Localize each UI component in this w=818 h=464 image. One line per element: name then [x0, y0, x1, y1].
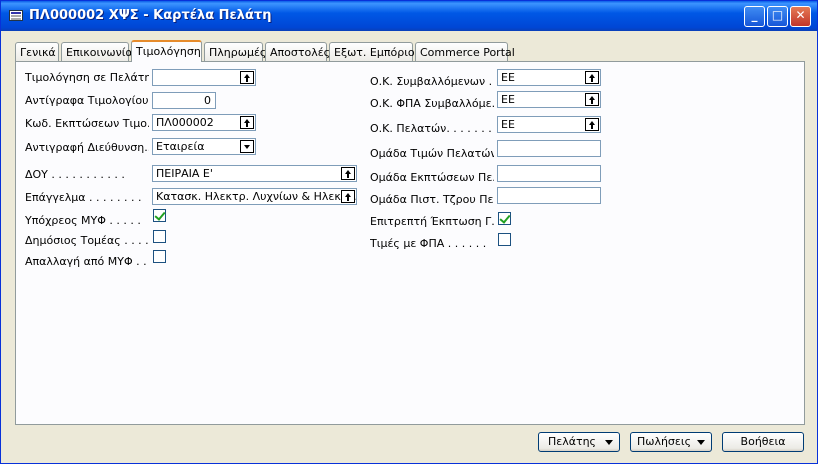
tab-general[interactable]: Γενικά — [15, 42, 59, 61]
tab-contact[interactable]: Επικοινωνία — [61, 42, 133, 61]
allow-invoice-discount-label: Επιτρεπτή Έκπτωση Γ... — [370, 215, 494, 228]
customer-menu-label: Πελάτης — [547, 435, 597, 448]
maximize-button[interactable]: □ — [767, 6, 788, 27]
myf-obligated-label: Υπόχρεος ΜΥΦ . . . . . — [25, 214, 141, 227]
customer-posting-group-label: Ο.Κ. Πελατών. . . . . . . — [370, 122, 492, 135]
vat-posting-group-value: ΕΕ — [501, 93, 515, 106]
public-sector-checkbox[interactable] — [153, 230, 166, 243]
myf-obligated-checkbox[interactable] — [153, 209, 166, 222]
customer-price-group-label: Ομάδα Τιμών Πελατών — [370, 147, 494, 160]
public-sector-label: Δημόσιος Τομέας . . . . — [25, 234, 149, 247]
lookup-icon[interactable] — [585, 93, 599, 106]
tab-shipping[interactable]: Αποστολές — [265, 42, 330, 61]
profession-field[interactable]: Κατασκ. Ηλεκτρ. Λυχνίων & Ηλεκτ... — [152, 188, 357, 205]
help-button[interactable]: Βοήθεια — [722, 432, 804, 452]
allow-invoice-discount-checkbox[interactable] — [498, 212, 511, 225]
customer-card-window: ΠΛ000002 ΧΨΣ - Καρτέλα Πελάτη _ □ ✕ Γενι… — [0, 0, 818, 464]
lookup-icon[interactable] — [585, 71, 599, 84]
form-icon — [9, 10, 23, 21]
customer-discount-group-field[interactable] — [497, 165, 601, 182]
copy-address-select[interactable]: Εταιρεία — [152, 138, 256, 155]
tab-commerce-portal[interactable]: Commerce Portal — [415, 42, 515, 61]
copy-address-value: Εταιρεία — [156, 140, 205, 153]
price-discount-code-field[interactable]: ΠΛ000002 — [152, 114, 256, 131]
credit-group-label: Ομάδα Πιστ. Τζρου Πε... — [370, 193, 494, 206]
sales-menu-button[interactable]: Πωλήσεις — [630, 432, 712, 452]
chevron-down-icon — [605, 440, 613, 445]
bill-to-customer-label: Τιμολόγηση σε Πελάτη... — [25, 71, 149, 84]
tax-office-field[interactable]: ΠΕΙΡΑΙΑ Ε' — [152, 165, 357, 182]
customer-menu-button[interactable]: Πελάτης — [538, 432, 620, 452]
prices-incl-vat-checkbox[interactable] — [498, 233, 511, 246]
lookup-icon[interactable] — [240, 116, 254, 129]
myf-exempt-label: Απαλλαγή από ΜΥΦ . . . — [25, 255, 149, 268]
chevron-down-icon — [697, 440, 705, 445]
tax-office-value: ΠΕΙΡΑΙΑ Ε' — [156, 167, 213, 180]
customer-posting-group-field[interactable]: ΕΕ — [497, 116, 601, 133]
customer-price-group-field[interactable] — [497, 140, 601, 157]
price-discount-code-label: Κωδ. Εκπτώσεων Τιμο... — [25, 117, 149, 130]
tab-foreign-trade[interactable]: Εξωτ. Εμπόριο — [329, 42, 415, 61]
customer-discount-group-label: Ομάδα Εκπτώσεων Πε... — [370, 171, 494, 184]
copy-address-label: Αντιγραφή Διεύθυνση... — [25, 141, 149, 154]
close-button[interactable]: ✕ — [790, 6, 811, 27]
tab-invoicing[interactable]: Τιμολόγηση — [131, 40, 202, 62]
contractors-posting-group-label: Ο.Κ. Συμβαλλόμενων . . — [370, 75, 494, 88]
checkmark-icon — [499, 212, 511, 224]
contractors-posting-group-value: ΕΕ — [501, 71, 515, 84]
minimize-button[interactable]: _ — [744, 6, 765, 27]
lookup-icon[interactable] — [341, 190, 355, 203]
tab-payments[interactable]: Πληρωμές — [204, 42, 266, 61]
lookup-icon[interactable] — [341, 167, 355, 180]
contractors-posting-group-field[interactable]: ΕΕ — [497, 69, 601, 86]
title-bar[interactable]: ΠΛ000002 ΧΨΣ - Καρτέλα Πελάτη _ □ ✕ — [1, 1, 817, 31]
lookup-icon[interactable] — [585, 118, 599, 131]
myf-exempt-checkbox[interactable] — [153, 250, 166, 263]
chevron-down-icon[interactable] — [240, 140, 254, 153]
checkmark-icon — [154, 209, 166, 221]
sales-menu-label: Πωλήσεις — [636, 435, 692, 448]
tax-office-label: ΔΟΥ . . . . . . . . . . . — [25, 168, 125, 181]
vat-posting-group-field[interactable]: ΕΕ — [497, 91, 601, 108]
lookup-icon[interactable] — [240, 71, 254, 84]
credit-group-field[interactable] — [497, 187, 601, 204]
invoice-copies-label: Αντίγραφα Τιμολογίου. . — [25, 94, 149, 107]
bill-to-customer-field[interactable] — [152, 69, 256, 86]
customer-posting-group-value: ΕΕ — [501, 118, 515, 131]
profession-label: Επάγγελμα . . . . . . . . — [25, 191, 142, 204]
window-title: ΠΛ000002 ΧΨΣ - Καρτέλα Πελάτη — [29, 8, 272, 23]
invoice-copies-field[interactable]: 0 — [152, 92, 216, 109]
vat-posting-group-label: Ο.Κ. ΦΠΑ Συμβαλλόμε... — [370, 97, 494, 110]
price-discount-code-value: ΠΛ000002 — [156, 116, 214, 129]
prices-incl-vat-label: Τιμές με ΦΠΑ . . . . . . — [370, 237, 487, 250]
profession-value: Κατασκ. Ηλεκτρ. Λυχνίων & Ηλεκτ... — [156, 190, 357, 203]
